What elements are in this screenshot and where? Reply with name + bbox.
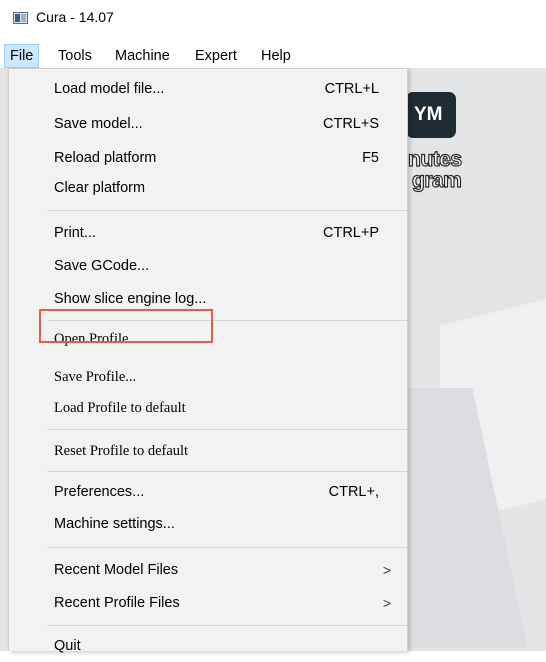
menu-item-label: Print...	[54, 225, 96, 241]
logo-text-line-2: gram	[411, 168, 462, 192]
app-icon	[13, 12, 28, 24]
logo-badge-text: YM	[414, 104, 443, 125]
submenu-arrow-icon: >	[382, 595, 391, 611]
menu-item-shortcut: CTRL+P	[322, 225, 379, 241]
menu-item-shortcut: F5	[362, 150, 379, 166]
menu-item-label: Save Profile...	[54, 369, 137, 385]
menu-item-machine-settings[interactable]: Machine settings...	[9, 510, 407, 540]
menu-item-shortcut: CTRL+L	[324, 81, 379, 97]
highlight-annotation-box	[39, 309, 213, 343]
menu-item-label: Save model...	[54, 116, 143, 132]
menu-item-label: Show slice engine log...	[54, 291, 207, 307]
menu-item-save-gcode[interactable]: Save GCode...	[9, 252, 407, 282]
menu-item-save-model[interactable]: Save model... CTRL+S	[9, 110, 407, 140]
menu-item-shortcut: CTRL+S	[322, 116, 379, 132]
menu-item-print[interactable]: Print... CTRL+P	[9, 219, 407, 249]
menu-machine[interactable]: Machine	[110, 44, 175, 68]
menu-item-label: Machine settings...	[54, 516, 175, 532]
menu-separator	[47, 471, 407, 472]
menu-item-reload-platform[interactable]: Reload platform F5	[9, 144, 407, 174]
menu-separator	[47, 210, 407, 211]
menu-separator	[47, 429, 407, 430]
menu-item-label: Clear platform	[54, 180, 146, 196]
menu-item-label: Recent Model Files	[54, 562, 179, 578]
menu-separator	[47, 625, 407, 626]
menu-item-label: Recent Profile Files	[54, 595, 180, 611]
menu-item-label: Reload platform	[54, 150, 157, 166]
menu-separator	[47, 547, 407, 548]
menu-item-label: Preferences...	[54, 484, 145, 500]
menu-item-label: Load model file...	[54, 81, 165, 97]
menu-item-load-model[interactable]: Load model file... CTRL+L	[9, 75, 407, 105]
menu-item-label: Load Profile to default	[54, 400, 186, 416]
menu-item-save-profile[interactable]: Save Profile...	[9, 362, 407, 392]
menu-help[interactable]: Help	[256, 44, 296, 68]
menu-item-reset-profile-default[interactable]: Reset Profile to default	[9, 436, 407, 466]
file-dropdown-menu: Load model file... CTRL+L Save model... …	[8, 68, 408, 654]
menu-item-quit[interactable]: Quit	[9, 632, 407, 662]
menu-item-load-profile-default[interactable]: Load Profile to default	[9, 393, 407, 423]
menu-expert[interactable]: Expert	[190, 44, 242, 68]
menu-item-label: Quit	[54, 638, 81, 654]
menu-item-label: Reset Profile to default	[54, 443, 189, 459]
menu-item-recent-profile-files[interactable]: Recent Profile Files >	[9, 589, 407, 619]
menu-file[interactable]: File	[4, 44, 40, 68]
menu-tools[interactable]: Tools	[53, 44, 97, 68]
window-title: Cura - 14.07	[36, 9, 114, 25]
menu-item-preferences[interactable]: Preferences... CTRL+,	[9, 478, 407, 508]
menu-item-label: Save GCode...	[54, 258, 150, 274]
title-bar: Cura - 14.07	[0, 0, 546, 36]
menu-item-clear-platform[interactable]: Clear platform	[9, 174, 407, 204]
menu-item-shortcut: CTRL+,	[328, 484, 379, 500]
menu-item-recent-model-files[interactable]: Recent Model Files >	[9, 556, 407, 586]
menu-bar: File Tools Machine Expert Help	[0, 44, 546, 68]
submenu-arrow-icon: >	[382, 562, 391, 578]
